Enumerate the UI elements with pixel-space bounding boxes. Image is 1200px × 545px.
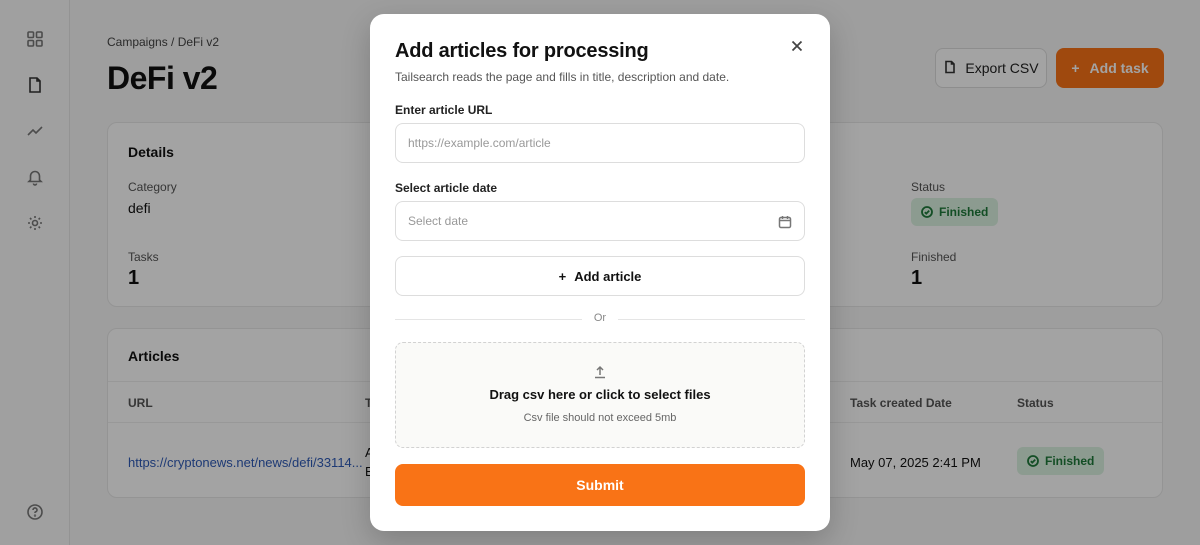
dropzone-title: Drag csv here or click to select files xyxy=(489,387,711,402)
upload-icon xyxy=(593,365,607,379)
modal-title: Add articles for processing xyxy=(395,40,649,62)
calendar-icon[interactable] xyxy=(778,215,792,229)
close-icon[interactable] xyxy=(789,38,805,54)
or-divider-text: Or xyxy=(582,312,618,324)
article-url-input[interactable] xyxy=(395,123,805,163)
dropzone-hint: Csv file should not exceed 5mb xyxy=(523,412,677,424)
url-field-label: Enter article URL xyxy=(395,103,493,117)
submit-button[interactable]: Submit xyxy=(395,464,805,506)
date-placeholder: Select date xyxy=(408,214,469,228)
add-article-label: Add article xyxy=(574,268,642,284)
csv-dropzone[interactable]: Drag csv here or click to select files C… xyxy=(395,342,805,448)
add-article-button[interactable]: + Add article xyxy=(395,256,805,296)
plus-icon: + xyxy=(558,268,567,284)
date-field-label: Select article date xyxy=(395,181,498,195)
modal-subtitle: Tailsearch reads the page and fills in t… xyxy=(395,70,730,84)
date-picker-input[interactable]: Select date xyxy=(395,201,805,241)
add-articles-modal: Add articles for processing Tailsearch r… xyxy=(370,14,830,531)
